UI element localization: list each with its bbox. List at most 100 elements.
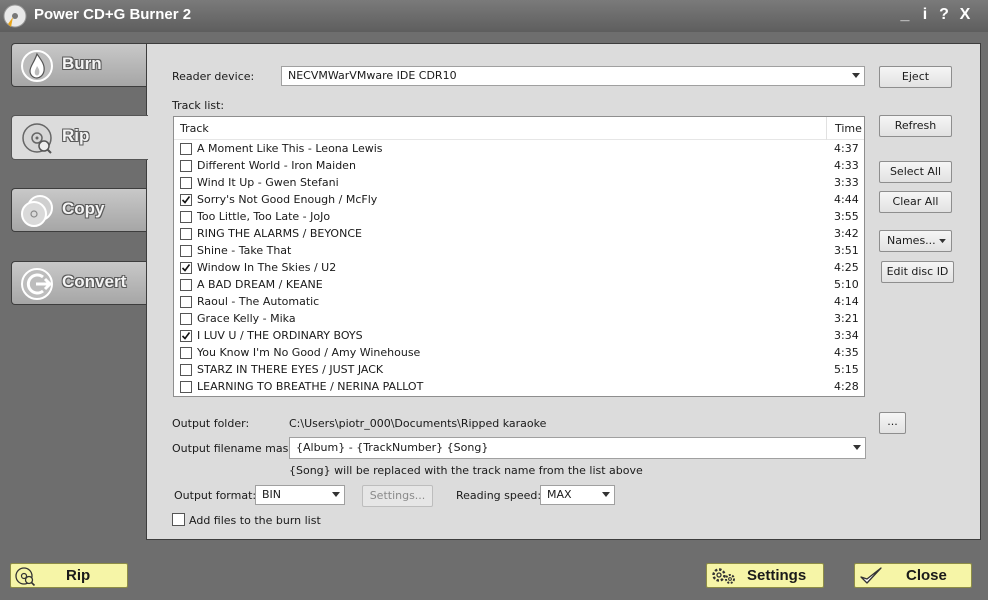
track-name: LEARNING TO BREATHE / NERINA PALLOT	[197, 380, 424, 393]
settings-button-label: Settings	[747, 567, 807, 584]
track-checkbox[interactable]	[180, 262, 192, 274]
filename-mask-label: Output filename mask:	[172, 442, 299, 455]
settings-button[interactable]: Settings	[706, 563, 824, 588]
chevron-down-icon	[853, 445, 861, 450]
eject-button[interactable]: Eject	[879, 66, 952, 88]
column-separator[interactable]	[826, 117, 827, 140]
track-row[interactable]: Shine - Take That 3:51	[174, 243, 864, 260]
title-bar: Power CD+G Burner 2 _ i ? X	[0, 0, 988, 32]
track-checkbox[interactable]	[180, 313, 192, 325]
browse-folder-button[interactable]: ...	[879, 412, 906, 434]
track-time: 3:33	[834, 176, 859, 189]
reader-device-select[interactable]: NECVMWarVMware IDE CDR10	[281, 66, 865, 86]
filename-mask-input[interactable]: {Album} - {TrackNumber} {Song}	[289, 437, 866, 459]
track-row[interactable]: Different World - Iron Maiden 4:33	[174, 158, 864, 175]
track-checkbox[interactable]	[180, 381, 192, 393]
edit-disc-id-button[interactable]: Edit disc ID	[881, 261, 954, 283]
track-time: 4:28	[834, 380, 859, 393]
names-dropdown-button[interactable]: Names...	[879, 230, 952, 252]
track-row[interactable]: A Moment Like This - Leona Lewis 4:37	[174, 141, 864, 158]
track-row[interactable]: Too Little, Too Late - JoJo 3:55	[174, 209, 864, 226]
column-header-track[interactable]: Track	[180, 122, 209, 135]
reading-speed-select[interactable]: MAX	[540, 485, 615, 505]
track-checkbox[interactable]	[180, 364, 192, 376]
track-row[interactable]: Grace Kelly - Mika 3:21	[174, 311, 864, 328]
nav-tab-rip[interactable]: Rip	[11, 115, 148, 160]
checkmark-icon	[181, 332, 191, 340]
track-time: 4:44	[834, 193, 859, 206]
format-settings-button[interactable]: Settings...	[362, 485, 433, 507]
help-button[interactable]: ?	[935, 5, 953, 25]
column-header-time[interactable]: Time	[835, 122, 862, 135]
reading-speed-label: Reading speed:	[456, 489, 542, 502]
track-checkbox[interactable]	[180, 245, 192, 257]
track-checkbox[interactable]	[180, 296, 192, 308]
track-checkbox[interactable]	[180, 347, 192, 359]
convert-arrow-icon	[21, 268, 53, 300]
nav-label-convert: Convert	[62, 272, 127, 291]
track-time: 4:25	[834, 261, 859, 274]
app-logo-icon	[3, 4, 27, 28]
track-name: A BAD DREAM / KEANE	[197, 278, 323, 291]
track-checkbox[interactable]	[180, 177, 192, 189]
info-button[interactable]: i	[916, 5, 934, 25]
track-row[interactable]: I LUV U / THE ORDINARY BOYS 3:34	[174, 328, 864, 345]
track-row[interactable]: RING THE ALARMS / BEYONCE 3:42	[174, 226, 864, 243]
track-row[interactable]: A BAD DREAM / KEANE 5:10	[174, 277, 864, 294]
output-format-value: BIN	[262, 488, 282, 501]
track-checkbox[interactable]	[180, 160, 192, 172]
refresh-button[interactable]: Refresh	[879, 115, 952, 137]
track-checkbox[interactable]	[180, 330, 192, 342]
output-format-label: Output format:	[174, 489, 257, 502]
track-name: RING THE ALARMS / BEYONCE	[197, 227, 362, 240]
track-name: I LUV U / THE ORDINARY BOYS	[197, 329, 363, 342]
track-list-header: Track Time	[174, 117, 864, 140]
track-row[interactable]: You Know I'm No Good / Amy Winehouse 4:35	[174, 345, 864, 362]
minimize-button[interactable]: _	[896, 5, 914, 25]
nav-label-rip: Rip	[62, 126, 90, 145]
chevron-down-icon	[939, 239, 946, 244]
track-checkbox[interactable]	[180, 143, 192, 155]
track-time: 4:33	[834, 159, 859, 172]
names-button-label: Names...	[887, 234, 936, 247]
track-time: 3:21	[834, 312, 859, 325]
track-row[interactable]: STARZ IN THERE EYES / JUST JACK 5:15	[174, 362, 864, 379]
filename-mask-value: {Album} - {TrackNumber} {Song}	[296, 441, 489, 454]
track-checkbox[interactable]	[180, 279, 192, 291]
track-list[interactable]: Track Time A Moment Like This - Leona Le…	[173, 116, 865, 397]
track-name: Grace Kelly - Mika	[197, 312, 296, 325]
close-window-button[interactable]: X	[956, 5, 974, 25]
rip-button[interactable]: Rip	[10, 563, 128, 588]
track-list-label: Track list:	[172, 99, 225, 112]
track-time: 3:42	[834, 227, 859, 240]
output-format-select[interactable]: BIN	[255, 485, 345, 505]
add-to-burn-checkbox[interactable]	[172, 513, 185, 526]
output-folder-label: Output folder:	[172, 417, 250, 430]
track-time: 5:15	[834, 363, 859, 376]
track-name: Different World - Iron Maiden	[197, 159, 356, 172]
gear-icon	[712, 568, 735, 584]
track-row[interactable]: Raoul - The Automatic 4:14	[174, 294, 864, 311]
app-title: Power CD+G Burner 2	[34, 6, 192, 23]
chevron-down-icon	[332, 492, 340, 497]
close-button[interactable]: Close	[854, 563, 972, 588]
nav-tab-burn[interactable]: Burn	[11, 43, 147, 87]
track-time: 3:51	[834, 244, 859, 257]
track-row[interactable]: Window In The Skies / U2 4:25	[174, 260, 864, 277]
select-all-button[interactable]: Select All	[879, 161, 952, 183]
track-row[interactable]: Sorry's Not Good Enough / McFly 4:44	[174, 192, 864, 209]
track-row[interactable]: Wind It Up - Gwen Stefani 3:33	[174, 175, 864, 192]
track-name: Wind It Up - Gwen Stefani	[197, 176, 339, 189]
nav-label-burn: Burn	[62, 54, 102, 73]
rip-button-label: Rip	[66, 567, 91, 584]
nav-tab-convert[interactable]: Convert	[11, 261, 147, 305]
track-time: 5:10	[834, 278, 859, 291]
clear-all-button[interactable]: Clear All	[879, 191, 952, 213]
track-name: Shine - Take That	[197, 244, 292, 257]
track-row[interactable]: LEARNING TO BREATHE / NERINA PALLOT 4:28	[174, 379, 864, 396]
track-checkbox[interactable]	[180, 228, 192, 240]
track-checkbox[interactable]	[180, 194, 192, 206]
track-checkbox[interactable]	[180, 211, 192, 223]
nav-tab-copy[interactable]: Copy	[11, 188, 147, 232]
track-time: 4:14	[834, 295, 859, 308]
